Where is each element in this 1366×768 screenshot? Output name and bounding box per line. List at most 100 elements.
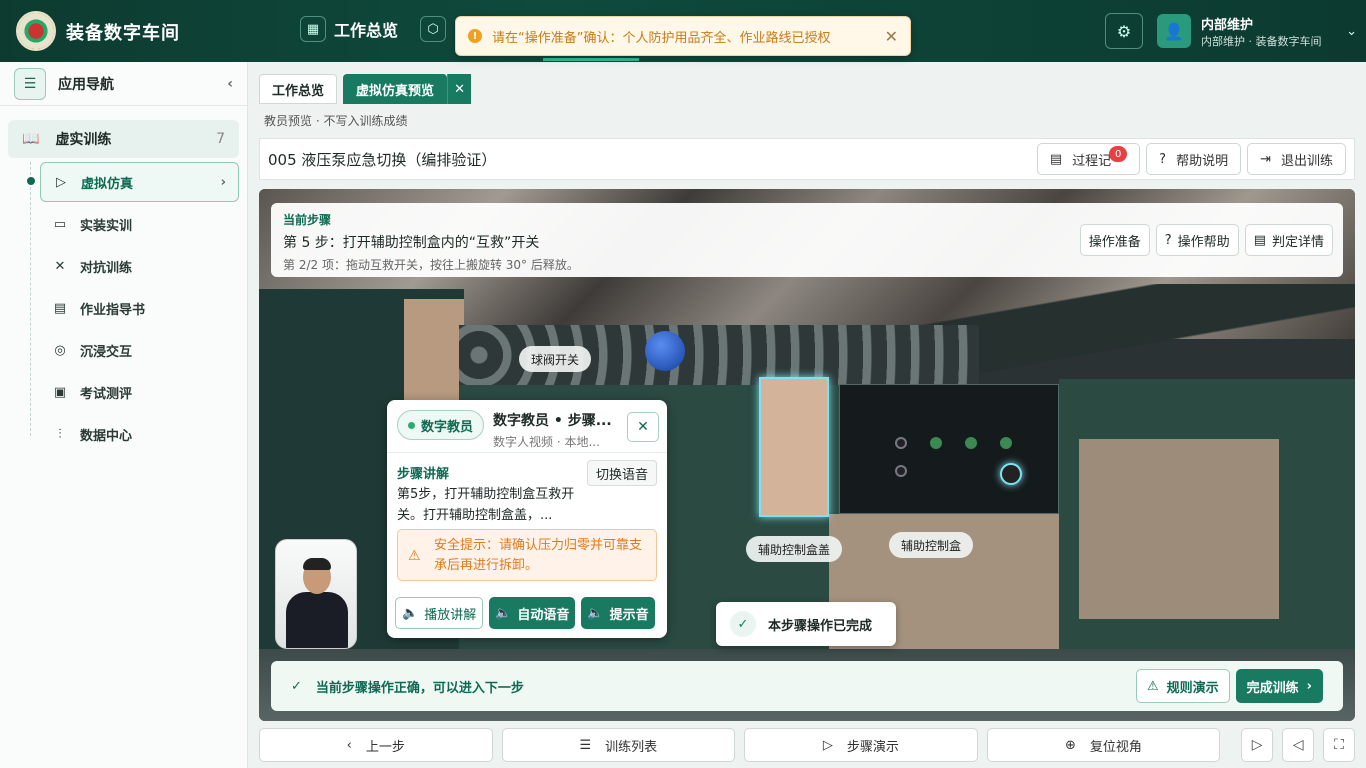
prev-step-button[interactable]: ‹ 上一步 <box>259 728 493 762</box>
sidebar-item-label: 沉浸交互 <box>80 344 133 360</box>
sidebar-item-label: 作业指导书 <box>80 302 146 318</box>
document-icon: ▤ <box>1253 232 1266 248</box>
judge-detail-button[interactable]: ▤ 判定详情 <box>1244 224 1333 256</box>
avatar-body <box>286 592 348 648</box>
rule-demo-label: 规则演示 <box>1166 680 1219 696</box>
operation-help-label: 操作帮助 <box>1177 234 1230 250</box>
finish-training-button[interactable]: 完成训练 › <box>1235 669 1323 703</box>
tab-overview[interactable]: 工作总览 <box>259 74 338 104</box>
top-bar: 装备数字车间 ▦ 工作总览 ⬡ ! 请在“操作准备”确认：个人防护用品齐全、作业… <box>0 0 1366 62</box>
right-panel <box>1079 439 1279 619</box>
sidebar-item-real-equipment[interactable]: ▭ 实装实训 <box>40 204 239 244</box>
app-name: 装备数字车间 <box>66 23 180 44</box>
tone-label: 提示音 <box>609 607 649 623</box>
chevron-left-icon: ‹ <box>346 737 352 753</box>
group-label: 虚实训练 <box>55 132 112 148</box>
aux-control-box-model[interactable] <box>839 384 1059 514</box>
current-step-panel: 当前步骤 第 5 步：打开辅助控制盒内的“互救”开关 第 2/2 项：拖动互救开… <box>271 203 1343 277</box>
document-icon: ▤ <box>1049 151 1063 167</box>
close-tab-icon[interactable]: ✕ <box>447 74 472 104</box>
record-badge: 0 <box>1109 146 1128 162</box>
play-label: 播放讲解 <box>424 607 477 623</box>
training-list-button[interactable]: ☰ 训练列表 <box>501 728 736 762</box>
tab-bar: 工作总览 虚拟仿真预览 ✕ <box>259 74 472 104</box>
cube-icon[interactable]: ⬡ <box>420 16 446 42</box>
warning-triangle-icon: ⚠ <box>1146 678 1159 694</box>
sidebar-item-virtual-sim[interactable]: ▷ 虚拟仿真 › <box>40 162 239 202</box>
reset-view-button[interactable]: ⊕ 复位视角 <box>986 728 1221 762</box>
page-title: 005 液压泵应急切换（编排验证） <box>268 150 497 169</box>
help-button[interactable]: ? 帮助说明 <box>1146 143 1242 175</box>
sidebar-item-label: 实装实训 <box>80 218 133 234</box>
sidebar-item-instructions[interactable]: ▤ 作业指导书 <box>40 288 239 328</box>
record-button[interactable]: ▤ 过程记 0 <box>1036 143 1141 175</box>
tab-virtual-preview[interactable]: 虚拟仿真预览 <box>343 74 448 104</box>
toast-text: 请在“操作准备”确认：个人防护用品齐全、作业路线已授权 <box>492 30 831 46</box>
sidebar-item-confrontation[interactable]: ✕ 对抗训练 <box>40 246 239 286</box>
sidebar-item-immersive[interactable]: ◎ 沉浸交互 <box>40 330 239 370</box>
user-menu[interactable]: 👤 内部维护 内部维护 · 装备数字车间 ⌄ <box>1157 12 1357 50</box>
judge-detail-label: 判定详情 <box>1271 234 1324 250</box>
speaker-icon: 🔈 <box>495 605 512 621</box>
sidebar-group-virtual-real[interactable]: 📖 虚实训练 7 <box>8 120 239 158</box>
warning-triangle-icon: ⚠ <box>408 548 421 564</box>
explanation-text: 第5步，打开辅助控制盒互救开关。打开辅助控制盒盖，... <box>397 487 575 523</box>
title-bar: 005 液压泵应急切换（编排验证） ▤ 过程记 0 ? 帮助说明 ⇥ 退出训练 <box>259 138 1355 180</box>
sidebar-title: 应用导航 <box>58 76 114 93</box>
label-box-cover[interactable]: 辅助控制盒盖 <box>746 536 843 562</box>
fullscreen-button[interactable]: ⛶ <box>1323 728 1355 762</box>
mutual-rescue-switch[interactable] <box>1000 463 1022 485</box>
grid-icon: ▦ <box>300 16 326 42</box>
safety-warning: ⚠ 安全提示：请确认压力归零并可靠支承后再进行拆卸。 <box>397 529 657 581</box>
panel-right-button[interactable]: ◁ <box>1282 728 1315 762</box>
aux-box-cover-model[interactable] <box>759 377 829 517</box>
prepare-button[interactable]: 操作准备 <box>1079 224 1150 256</box>
close-teacher-button[interactable]: ✕ <box>627 412 659 442</box>
list-icon: ☰ <box>579 737 592 753</box>
chevron-right-icon: › <box>1306 678 1312 694</box>
record-label: 过程记 <box>1072 153 1112 169</box>
prev-label: 上一步 <box>365 739 405 755</box>
menu-icon[interactable]: ☰ <box>14 67 46 100</box>
step-demo-button[interactable]: ▷ 步骤演示 <box>744 728 978 762</box>
clipboard-icon: ▣ <box>53 384 67 400</box>
main-area: 工作总览 虚拟仿真预览 ✕ 教员预览 · 不写入训练成绩 005 液压泵应急切换… <box>249 62 1366 768</box>
operation-help-button[interactable]: ? 操作帮助 <box>1155 224 1239 256</box>
preview-note: 教员预览 · 不写入训练成绩 <box>264 114 408 128</box>
user-icon: 👤 <box>1157 14 1191 48</box>
rule-demo-button[interactable]: ⚠ 规则演示 <box>1135 669 1230 703</box>
monitor-icon: ▭ <box>53 216 67 232</box>
panel-left-button[interactable]: ▷ <box>1241 728 1274 762</box>
close-icon[interactable]: ✕ <box>885 27 898 46</box>
prompt-tone-button[interactable]: 🔈 提示音 <box>581 597 655 629</box>
panel-icon: ◁ <box>1292 737 1304 753</box>
status-dot <box>408 421 415 429</box>
auto-voice-button[interactable]: 🔈 自动语音 <box>489 597 576 629</box>
reset-label: 复位视角 <box>1089 739 1142 755</box>
vr-headset-icon: ◎ <box>54 342 66 358</box>
exit-button[interactable]: ⇥ 退出训练 <box>1247 143 1346 175</box>
success-bar: ✓ 当前步骤操作正确，可以进入下一步 ⚠ 规则演示 完成训练 › <box>271 661 1343 711</box>
teacher-tag-label: 数字教员 <box>421 419 474 435</box>
speaker-icon: 🔈 <box>587 605 604 621</box>
step-complete-toast: ✓ 本步骤操作已完成 <box>716 602 896 646</box>
3d-scene[interactable]: 球阀开关 辅助控制盒盖 辅助控制盒 当前步骤 第 5 步：打开辅助控制盒内的“互… <box>259 189 1355 721</box>
sidebar-item-data-center[interactable]: ⫶ 数据中心 <box>40 414 239 454</box>
digital-teacher-avatar[interactable] <box>275 539 357 649</box>
play-circle-icon: ▷ <box>822 737 833 753</box>
switch-voice-button[interactable]: 切换语音 <box>586 460 657 486</box>
play-explanation-button[interactable]: 🔈 播放讲解 <box>395 597 484 629</box>
switch-indicator <box>895 465 907 477</box>
fullscreen-icon: ⛶ <box>1334 737 1344 753</box>
sidebar-item-exam[interactable]: ▣ 考试测评 <box>40 372 239 412</box>
active-dot <box>27 177 35 185</box>
collapse-chevron-icon[interactable]: ‹ <box>227 76 233 92</box>
label-box[interactable]: 辅助控制盒 <box>889 532 974 558</box>
gear-icon: ⚙ <box>1116 21 1132 41</box>
chevron-right-icon: › <box>220 174 226 190</box>
nav-overview[interactable]: ▦ 工作总览 <box>300 16 398 42</box>
label-ball-valve[interactable]: 球阀开关 <box>519 346 592 372</box>
settings-button[interactable]: ⚙ <box>1105 13 1143 49</box>
bottom-toolbar: ‹ 上一步 ☰ 训练列表 ▷ 步骤演示 ⊕ 复位视角 ▷ ◁ ⛶ <box>259 728 1355 762</box>
ball-valve-model[interactable] <box>645 331 685 371</box>
